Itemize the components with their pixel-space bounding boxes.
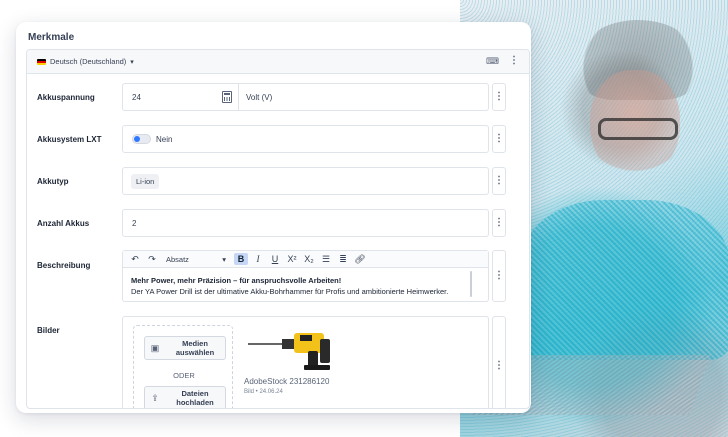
translate-icon[interactable]: ⌨ [486, 56, 499, 66]
field-label: Anzahl Akkus [37, 219, 90, 228]
akkuspannung-field[interactable]: 24 Volt (V) [122, 83, 489, 111]
editor-scrollbar[interactable] [470, 271, 472, 297]
format-select[interactable]: Absatz ▾ [164, 253, 228, 265]
chevron-down-icon[interactable]: ▾ [130, 58, 134, 66]
language-bar: Deutsch (Deutschland) ▾ ⌨ ⋮ [27, 50, 529, 74]
row-menu-button[interactable]: ⋮ [492, 316, 506, 408]
kebab-icon: ⋮ [494, 175, 504, 186]
image-name: AdobeStock 231286120 [244, 377, 330, 386]
unit-select[interactable]: Volt (V) [246, 93, 272, 102]
card-title: Merkmale [28, 32, 75, 43]
drill-image [248, 333, 330, 370]
kebab-icon: ⋮ [494, 91, 504, 102]
field-label: Akkusystem LXT [37, 135, 102, 144]
image-thumbnail[interactable]: AdobeStock 231286120 Bild • 24.06.24 [240, 325, 340, 408]
editor-toolbar: ↶ ↷ Absatz ▾ B I U X² X₂ ☰ ≣ 🔗︎ [123, 251, 488, 268]
link-icon[interactable]: 🔗︎ [353, 253, 367, 265]
row-menu-button[interactable]: ⋮ [492, 250, 506, 302]
or-separator: ODER [173, 371, 195, 380]
row-menu-button[interactable]: ⋮ [492, 209, 506, 237]
field-label: Akkuspannung [37, 93, 95, 102]
photo-glasses [598, 118, 678, 140]
redo-icon[interactable]: ↷ [145, 253, 159, 265]
format-select-value: Absatz [166, 254, 189, 264]
photo-shirt [520, 200, 728, 360]
upload-files-button[interactable]: ⇪ Dateien hochladen [144, 386, 226, 408]
kebab-icon: ⋮ [494, 360, 504, 371]
toggle-knob [134, 136, 140, 142]
rich-text-editor: ↶ ↷ Absatz ▾ B I U X² X₂ ☰ ≣ 🔗︎ Mehr Pow… [122, 250, 489, 302]
calculator-icon[interactable] [222, 91, 232, 103]
italic-icon[interactable]: I [251, 253, 265, 265]
media-icon: ▣ [150, 342, 160, 353]
bold-icon[interactable]: B [234, 253, 248, 265]
properties-panel: Deutsch (Deutschland) ▾ ⌨ ⋮ Akkuspannung… [26, 49, 530, 409]
akkusystem-field: Nein [122, 125, 489, 153]
toggle-label: Nein [156, 135, 173, 144]
description-text: Der YA Power Drill ist der ultimative Ak… [131, 287, 449, 296]
kebab-icon: ⋮ [494, 217, 504, 228]
images-area: ▣ Medien auswählen ODER ⇪ Dateien hochla… [122, 316, 489, 408]
akkusystem-toggle[interactable] [132, 134, 151, 144]
row-menu-button[interactable]: ⋮ [492, 167, 506, 195]
row-menu-button[interactable]: ⋮ [492, 83, 506, 111]
underline-icon[interactable]: U [268, 253, 282, 265]
kebab-icon[interactable]: ⋮ [509, 56, 519, 66]
language-select[interactable]: Deutsch (Deutschland) [50, 57, 126, 66]
image-meta: Bild • 24.06.24 [244, 389, 283, 395]
upload-icon: ⇪ [151, 392, 159, 403]
editor-body[interactable]: Mehr Power, mehr Präzision – für anspruc… [123, 268, 488, 304]
field-label: Akkutyp [37, 177, 69, 186]
field-label: Beschreibung [37, 261, 91, 270]
subscript-icon[interactable]: X₂ [302, 253, 316, 265]
upload-files-label: Dateien hochladen [176, 389, 214, 407]
select-media-button[interactable]: ▣ Medien auswählen [144, 336, 226, 360]
upload-box: ▣ Medien auswählen ODER ⇪ Dateien hochla… [133, 325, 233, 408]
chevron-down-icon: ▾ [222, 254, 226, 264]
unit-divider [238, 84, 239, 110]
numbered-list-icon[interactable]: ≣ [336, 253, 350, 265]
superscript-icon[interactable]: X² [285, 253, 299, 265]
akkutyp-chip[interactable]: Li-ion [131, 174, 160, 189]
akkutyp-field[interactable]: Li-ion [122, 167, 489, 195]
properties-card: Merkmale Deutsch (Deutschland) ▾ ⌨ ⋮ Akk… [16, 22, 531, 413]
kebab-icon: ⋮ [494, 133, 504, 144]
kebab-icon: ⋮ [494, 270, 504, 281]
field-label: Bilder [37, 326, 60, 335]
flag-de-icon [37, 58, 46, 65]
description-headline: Mehr Power, mehr Präzision – für anspruc… [131, 276, 342, 285]
akkuspannung-value[interactable]: 24 [132, 93, 141, 102]
undo-icon[interactable]: ↶ [128, 253, 142, 265]
anzahl-akkus-value[interactable]: 2 [132, 219, 136, 228]
row-menu-button[interactable]: ⋮ [492, 125, 506, 153]
anzahl-akkus-input[interactable]: 2 [122, 209, 489, 237]
bullet-list-icon[interactable]: ☰ [319, 253, 333, 265]
select-media-label: Medien auswählen [175, 339, 215, 357]
